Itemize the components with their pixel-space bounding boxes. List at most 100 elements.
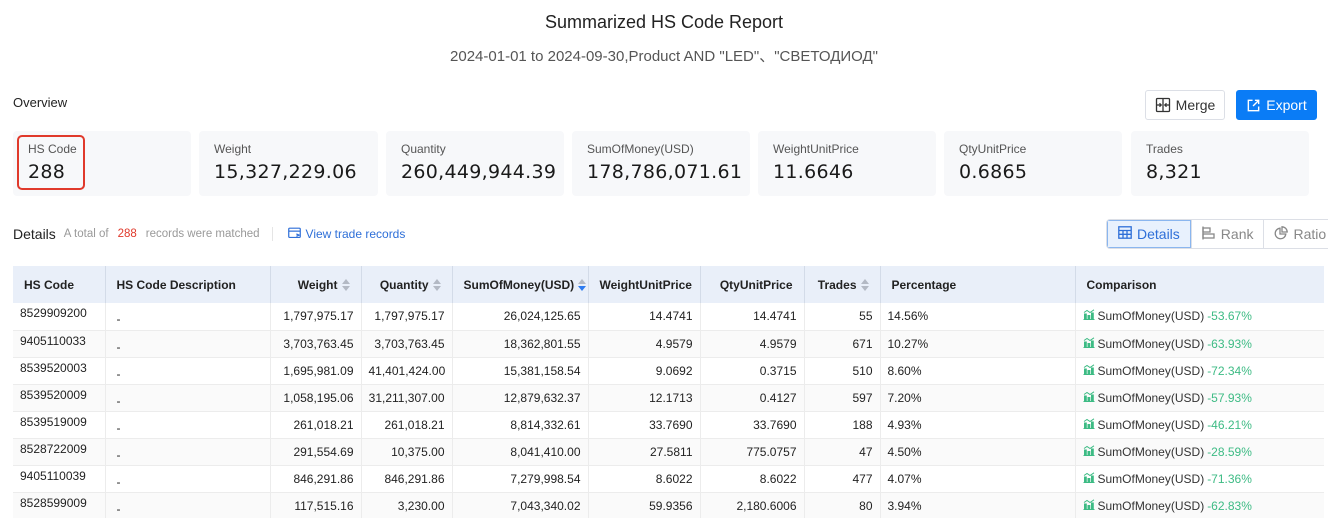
cell-percentage: 10.27% — [879, 330, 1075, 358]
stat-card-sum-of-money: SumOfMoney(USD) 178,786,071.61 — [572, 131, 750, 196]
comparison-label: SumOfMoney(USD) — [1097, 498, 1205, 513]
report-subtitle: 2024-01-01 to 2024-09-30,Product AND "LE… — [450, 48, 878, 65]
view-toggle-group: Details Rank Ratio — [1106, 219, 1328, 249]
cell-hs-code[interactable]: 8528599009 — [13, 492, 105, 518]
details-table: HS Code HS Code Description Weight Quant… — [13, 266, 1324, 518]
cell-hs-code[interactable]: 8528722009 — [13, 438, 105, 466]
cell-comparison[interactable]: SumOfMoney(USD) -28.59% — [1074, 438, 1324, 466]
cell-hs-code[interactable]: 8529909200 — [13, 303, 105, 331]
cell-hs-code[interactable]: 8539520009 — [13, 384, 105, 412]
toggle-ratio[interactable]: Ratio — [1263, 220, 1328, 248]
cell-hs-code[interactable]: 8539519009 — [13, 411, 105, 439]
cell-trades: 80 — [803, 492, 880, 518]
stat-card-qty-unit-price: QtyUnitPrice 0.6865 — [944, 131, 1122, 196]
column-header-trades[interactable]: Trades — [803, 266, 880, 303]
column-header-quantity[interactable]: Quantity — [360, 266, 452, 303]
cell-weight-unit-price: 8.6022 — [587, 465, 700, 493]
bar-chart-icon — [1083, 471, 1095, 486]
bar-chart-icon — [1083, 498, 1095, 513]
export-button[interactable]: Export — [1236, 90, 1317, 120]
cell-weight-unit-price: 4.9579 — [587, 330, 700, 358]
comparison-value: -62.83% — [1207, 498, 1252, 513]
divider — [271, 227, 273, 241]
cell-comparison[interactable]: SumOfMoney(USD) -62.83% — [1074, 492, 1324, 518]
cell-sum-of-money: 8,041,410.00 — [451, 438, 588, 466]
column-header-percentage: Percentage — [879, 266, 1075, 303]
stat-card-hs-code: HS Code 288 — [13, 131, 191, 196]
comparison-link[interactable]: SumOfMoney(USD) -62.83% — [1083, 499, 1318, 513]
cell-comparison[interactable]: SumOfMoney(USD) -53.67% — [1074, 303, 1324, 331]
stat-label: WeightUnitPrice — [773, 142, 859, 156]
comparison-link[interactable]: SumOfMoney(USD) -46.21% — [1083, 418, 1318, 432]
table-row: 8539520003 - 1,695,981.09 41,401,424.00 … — [13, 357, 1324, 385]
bar-chart-icon — [1083, 363, 1095, 378]
comparison-link[interactable]: SumOfMoney(USD) -63.93% — [1083, 337, 1318, 351]
merge-icon — [1155, 97, 1171, 113]
cell-sum-of-money: 12,879,632.37 — [451, 384, 588, 412]
cell-trades: 477 — [803, 465, 880, 493]
toggle-details-label: Details — [1137, 226, 1180, 242]
comparison-link[interactable]: SumOfMoney(USD) -57.93% — [1083, 391, 1318, 405]
cell-comparison[interactable]: SumOfMoney(USD) -72.34% — [1074, 357, 1324, 385]
comparison-label: SumOfMoney(USD) — [1097, 471, 1205, 486]
sort-icon[interactable] — [341, 279, 350, 292]
rank-bars-icon — [1202, 226, 1216, 243]
column-header-sum-of-money[interactable]: SumOfMoney(USD) — [451, 266, 588, 303]
cell-weight: 846,291.86 — [269, 465, 361, 493]
sort-desc-icon[interactable] — [578, 279, 587, 292]
toggle-details[interactable]: Details — [1107, 220, 1191, 248]
cell-qty-unit-price: 2,180.6006 — [699, 492, 804, 518]
stat-value: 0.6865 — [959, 161, 1028, 183]
comparison-link[interactable]: SumOfMoney(USD) -72.34% — [1083, 364, 1318, 378]
cell-trades: 55 — [803, 303, 880, 331]
bar-chart-icon — [1083, 444, 1095, 459]
column-header-hs-code: HS Code — [13, 266, 105, 303]
cell-weight-unit-price: 59.9356 — [587, 492, 700, 518]
export-icon — [1246, 98, 1261, 113]
stat-value: 178,786,071.61 — [587, 161, 743, 183]
sort-icon[interactable] — [432, 279, 441, 292]
cell-quantity: 10,375.00 — [360, 438, 452, 466]
cell-sum-of-money: 18,362,801.55 — [451, 330, 588, 358]
table-row: 8528722009 - 291,554.69 10,375.00 8,041,… — [13, 438, 1324, 466]
cell-hs-code[interactable]: 9405110033 — [13, 330, 105, 358]
cell-description: - — [104, 411, 270, 439]
comparison-link[interactable]: SumOfMoney(USD) -53.67% — [1083, 309, 1318, 323]
column-header-qty-unit-price: QtyUnitPrice — [699, 266, 804, 303]
cell-hs-code[interactable]: 8539520003 — [13, 357, 105, 385]
cell-percentage: 14.56% — [879, 303, 1075, 331]
table-row: 8539519009 - 261,018.21 261,018.21 8,814… — [13, 411, 1324, 439]
cell-sum-of-money: 8,814,332.61 — [451, 411, 588, 439]
comparison-value: -53.67% — [1207, 309, 1252, 324]
view-trade-records-link[interactable]: View trade records — [287, 227, 405, 242]
details-header: Details A total of 288 records were matc… — [13, 224, 405, 244]
sort-icon[interactable] — [860, 279, 869, 292]
comparison-link[interactable]: SumOfMoney(USD) -71.36% — [1083, 472, 1318, 486]
stat-value: 8,321 — [1146, 161, 1202, 183]
cell-percentage: 4.93% — [879, 411, 1075, 439]
records-count: 288 — [117, 228, 137, 240]
cell-comparison[interactable]: SumOfMoney(USD) -71.36% — [1074, 465, 1324, 493]
cell-comparison[interactable]: SumOfMoney(USD) -57.93% — [1074, 384, 1324, 412]
bar-chart-icon — [1083, 417, 1095, 432]
cell-weight-unit-price: 14.4741 — [587, 303, 700, 331]
comparison-link[interactable]: SumOfMoney(USD) -28.59% — [1083, 445, 1318, 459]
cell-comparison[interactable]: SumOfMoney(USD) -63.93% — [1074, 330, 1324, 358]
stat-card-trades: Trades 8,321 — [1131, 131, 1309, 196]
merge-button[interactable]: Merge — [1145, 90, 1225, 120]
cell-qty-unit-price: 4.9579 — [699, 330, 804, 358]
table-icon — [1118, 226, 1132, 242]
cell-quantity: 3,230.00 — [360, 492, 452, 518]
cell-hs-code[interactable]: 9405110039 — [13, 465, 105, 493]
comparison-value: -46.21% — [1207, 417, 1252, 432]
column-header-weight[interactable]: Weight — [269, 266, 361, 303]
comparison-label: SumOfMoney(USD) — [1097, 363, 1205, 378]
cell-quantity: 846,291.86 — [360, 465, 452, 493]
bar-chart-icon — [1083, 390, 1095, 405]
comparison-label: SumOfMoney(USD) — [1097, 309, 1205, 324]
cell-weight: 1,695,981.09 — [269, 357, 361, 385]
merge-label: Merge — [1175, 97, 1216, 113]
toggle-rank[interactable]: Rank — [1190, 220, 1264, 248]
cell-comparison[interactable]: SumOfMoney(USD) -46.21% — [1074, 411, 1324, 439]
cell-weight-unit-price: 9.0692 — [587, 357, 700, 385]
